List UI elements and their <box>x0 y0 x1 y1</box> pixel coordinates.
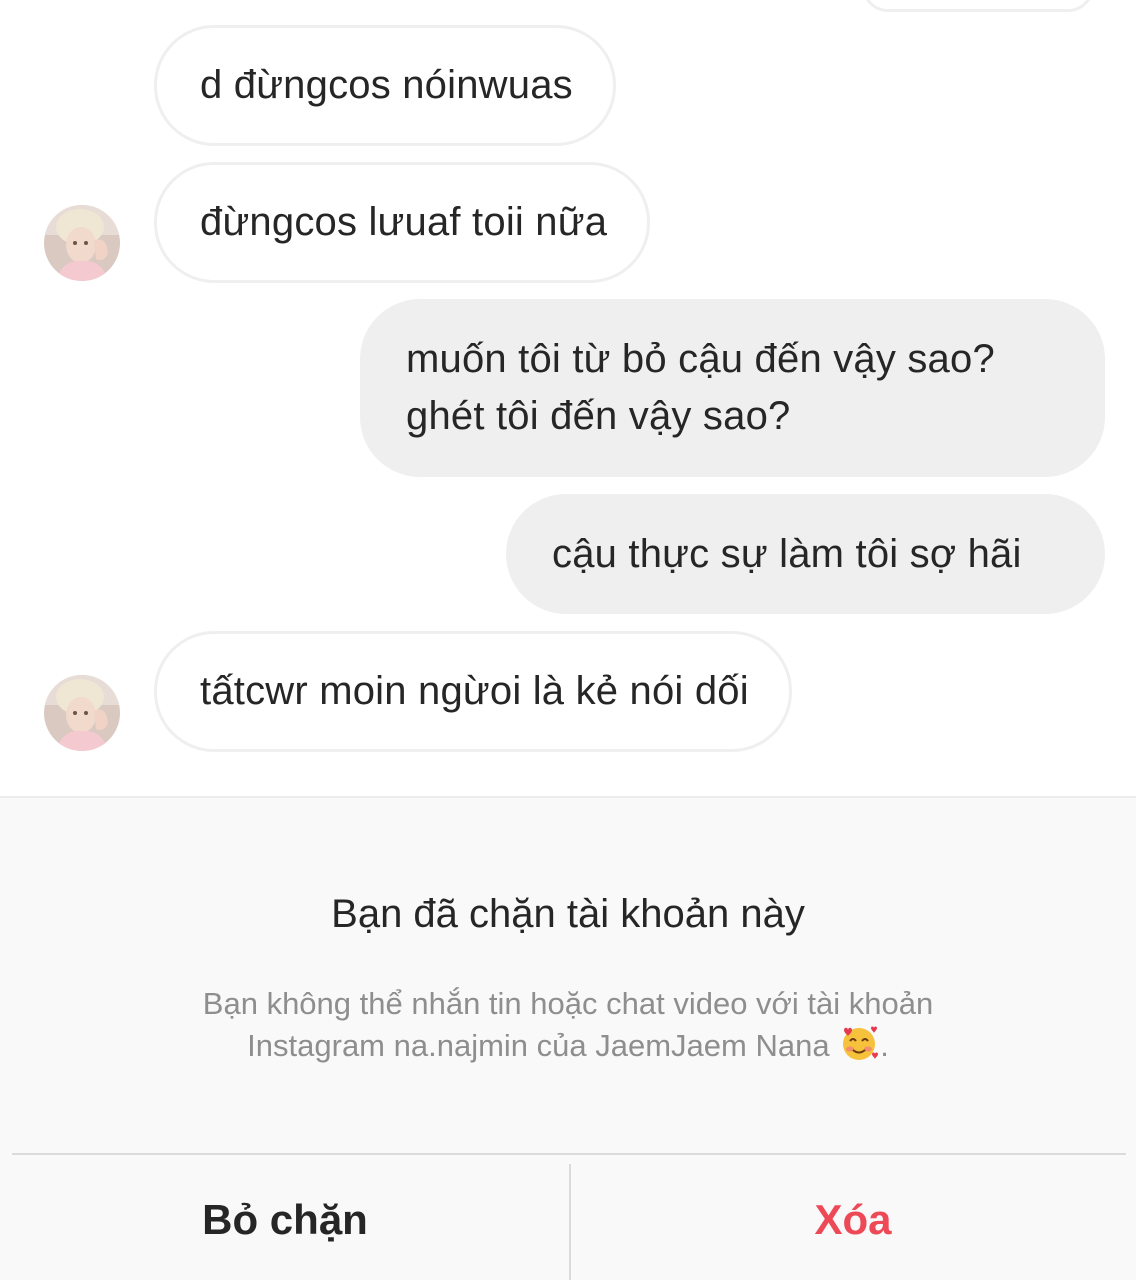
blocked-account-panel: Bạn đã chặn tài khoản này Bạn không thể … <box>0 796 1136 1280</box>
incoming-message-bubble: tấtcwr moin ngừoi là kẻ nói dối <box>154 631 792 752</box>
blocked-description-end: . <box>880 1028 889 1063</box>
previous-message-bubble <box>862 0 1094 12</box>
blocked-description-line: Bạn không thể nhắn tin hoặc chat video v… <box>202 986 934 1021</box>
direct-message-thread: d đừngcos nóinwuas đừngcos lưuaf toii nữ… <box>0 0 1136 1280</box>
actions-divider <box>12 1153 1126 1155</box>
message-text-line: ghét tôi đến vậy sao? <box>406 394 791 438</box>
message-text: đừngcos lưuaf toii nữa <box>200 200 608 244</box>
sender-avatar[interactable] <box>44 675 120 751</box>
delete-button[interactable]: Xóa <box>570 1178 1136 1262</box>
blocked-title: Bạn đã chặn tài khoản này <box>331 892 805 936</box>
outgoing-message-bubble: cậu thực sự làm tôi sợ hãi <box>506 494 1105 614</box>
blocked-description-line-2: Instagram na.najmin của JaemJaem Nana . <box>0 1024 1136 1066</box>
blocked-description-text: Instagram na.najmin của JaemJaem Nana <box>247 1028 830 1063</box>
message-text-line: muốn tôi từ bỏ cậu đến vậy sao? <box>406 337 995 381</box>
blocked-description: Bạn không thể nhắn tin hoặc chat video v… <box>0 984 1136 1066</box>
incoming-message-bubble: d đừngcos nóinwuas <box>154 25 616 146</box>
incoming-message-bubble: đừngcos lưuaf toii nữa <box>154 162 651 283</box>
smiling-face-with-hearts-icon <box>838 1024 880 1062</box>
message-text: d đừngcos nóinwuas <box>200 63 573 107</box>
sender-avatar[interactable] <box>44 205 120 281</box>
message-text: tấtcwr moin ngừoi là kẻ nói dối <box>200 669 749 713</box>
unblock-button[interactable]: Bỏ chặn <box>0 1178 570 1262</box>
message-text: cậu thực sự làm tôi sợ hãi <box>552 531 1022 576</box>
outgoing-message-bubble: muốn tôi từ bỏ cậu đến vậy sao? ghét tôi… <box>360 299 1105 477</box>
